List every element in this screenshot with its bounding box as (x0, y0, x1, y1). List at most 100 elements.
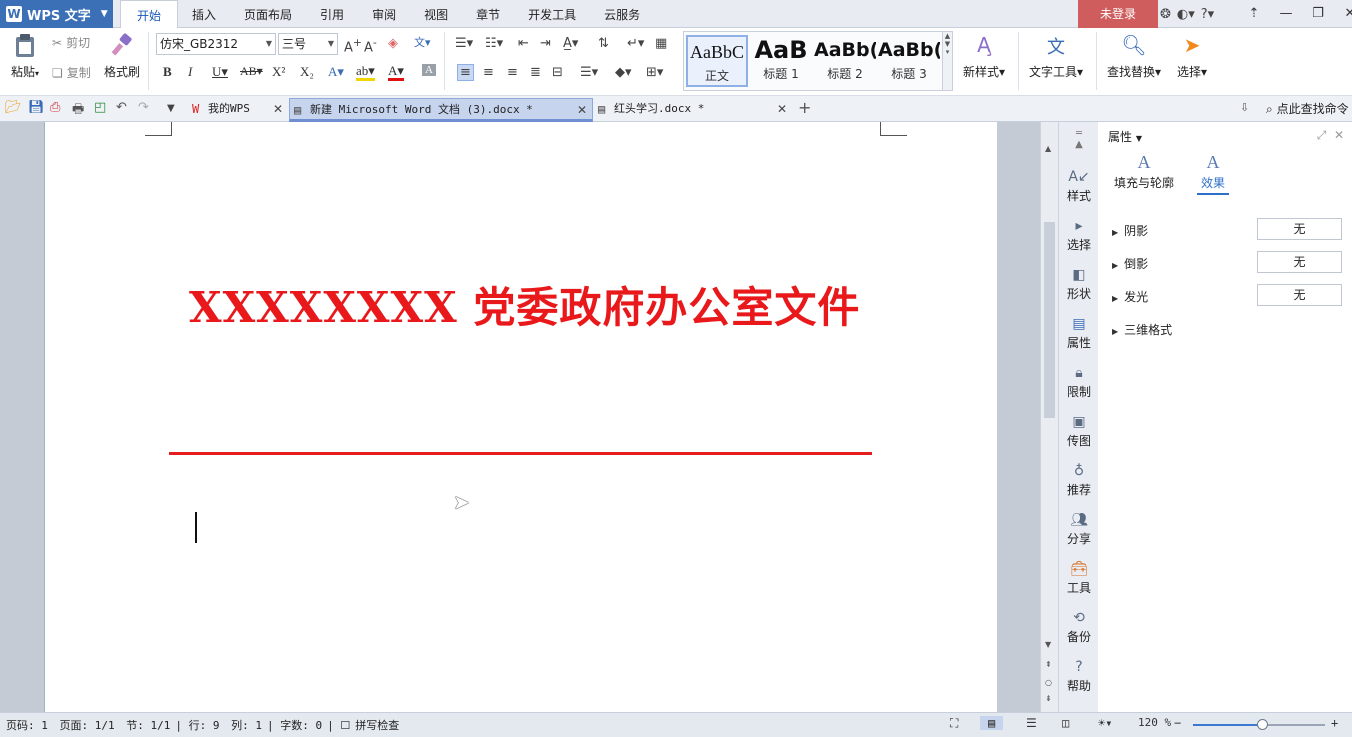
shadow-row[interactable]: ▶ 阴影 (1112, 222, 1148, 239)
distribute-icon[interactable]: ⊟ (552, 65, 563, 80)
close-icon[interactable]: ✕ (1334, 0, 1352, 28)
prev-page-icon[interactable]: ⇞ (1045, 660, 1052, 669)
highlight-icon[interactable]: ab▾ (356, 64, 375, 81)
text-effect-icon[interactable]: A▾ (328, 64, 344, 80)
align-right-icon[interactable]: ≡ (507, 65, 518, 80)
format-painter-button[interactable]: 格式刷 (102, 33, 142, 80)
style-heading-2[interactable]: AaBb( 标题 2 (814, 35, 876, 87)
justify-icon[interactable]: ≣ (530, 65, 541, 80)
fullscreen-icon[interactable]: ⛶ (950, 716, 958, 731)
sidebar-item-upload-image[interactable]: ▣ 传图 (1059, 414, 1099, 449)
superscript-icon[interactable]: X² (272, 64, 285, 80)
page-view-icon[interactable]: ▤ (980, 716, 1004, 730)
select-button[interactable]: ➤ 选择▾ (1172, 33, 1212, 80)
scroll-up-icon[interactable]: ▲ (1045, 144, 1051, 153)
font-name-select[interactable]: 仿宋_GB2312 ▼ (156, 33, 276, 55)
tab-insert[interactable]: 插入 (178, 0, 230, 28)
strikethrough-icon[interactable]: AB▾ (240, 64, 263, 79)
zoom-in-icon[interactable]: + (1331, 716, 1338, 730)
tab-my-wps[interactable]: W 我的WPS ✕ (188, 98, 288, 122)
numbering-icon[interactable]: ☷▾ (485, 36, 503, 51)
sort-icon[interactable]: ⇅ (598, 36, 609, 51)
tab-review[interactable]: 审阅 (358, 0, 410, 28)
print-icon[interactable]: 🖶︎ (72, 100, 84, 122)
zoom-slider[interactable] (1193, 719, 1325, 730)
print-preview-icon[interactable]: ◰ (94, 100, 106, 115)
grow-font-icon[interactable]: A+ (344, 36, 362, 55)
spell-check-toggle[interactable]: ☐ 拼写检查 (340, 719, 404, 732)
feedback-icon[interactable]: ◐▾ (1177, 7, 1195, 22)
borders-icon[interactable]: ⊞▾ (646, 65, 663, 80)
3d-format-row[interactable]: ▶ 三维格式 (1112, 321, 1172, 338)
skin-icon[interactable]: ❂ (1160, 7, 1171, 22)
sidebar-item-styles[interactable]: A↙ 样式 (1059, 169, 1099, 204)
decrease-indent-icon[interactable]: ⇤ (518, 36, 529, 51)
find-replace-button[interactable]: 🔍︎ 查找替换▾ (1104, 33, 1164, 80)
char-shading-icon[interactable]: A (422, 64, 436, 76)
maximize-icon[interactable]: ❐ (1302, 0, 1334, 28)
copy-button[interactable]: ❏ 复制 (52, 64, 91, 81)
table-grid-icon[interactable]: ▦ (655, 36, 667, 51)
shadow-select[interactable]: 无 (1257, 218, 1342, 240)
tab-red-head-doc[interactable]: ▤ 红头学习.docx * ✕ (594, 98, 792, 122)
new-tab-icon[interactable]: + (798, 98, 811, 117)
vertical-scrollbar[interactable]: ▲ ▼ ⇞ ○ ⇟ (1040, 122, 1058, 712)
select-browse-icon[interactable]: ○ (1045, 678, 1052, 687)
font-size-select[interactable]: 三号 ▼ (278, 33, 338, 55)
tab-view[interactable]: 视图 (410, 0, 462, 28)
shading-icon[interactable]: ◆▾ (615, 65, 632, 80)
tab-developer[interactable]: 开发工具 (514, 0, 590, 28)
save-icon[interactable]: 💾︎ (28, 100, 45, 115)
chinese-layout-icon[interactable]: A̲▾ (563, 36, 578, 51)
sidebar-item-backup[interactable]: ⟲ 备份 (1059, 610, 1099, 645)
glow-select[interactable]: 无 (1257, 284, 1342, 306)
tab-list-icon[interactable]: ⇩ (1240, 101, 1249, 114)
bold-icon[interactable]: B (163, 64, 172, 80)
sidebar-item-restrict[interactable]: 🔒︎ 限制 (1059, 365, 1099, 400)
eye-protect-icon[interactable]: ☀▾ (1098, 716, 1112, 730)
paste-button[interactable]: 粘贴▾ (6, 33, 44, 80)
next-page-icon[interactable]: ⇟ (1045, 694, 1052, 703)
scroll-thumb[interactable] (1044, 222, 1055, 418)
tab-cloud[interactable]: 云服务 (590, 0, 654, 28)
text-tools-button[interactable]: 文 文字工具▾ (1024, 33, 1088, 80)
align-left-icon[interactable]: ≡ (457, 64, 474, 81)
help-icon[interactable]: ?▾ (1201, 7, 1214, 22)
document-page[interactable]: XXXXXXXX 党委政府办公室文件 ➤ (44, 122, 997, 712)
tab-references[interactable]: 引用 (306, 0, 358, 28)
new-style-button[interactable]: A̧ 新样式▾ (958, 33, 1010, 80)
glow-row[interactable]: ▶ 发光 (1112, 288, 1148, 305)
tab-new-doc[interactable]: ▤ 新建 Microsoft Word 文档 (3).docx * ✕ (289, 98, 593, 122)
undo-icon[interactable]: ↶ (116, 100, 127, 115)
sidebar-collapse-icon[interactable]: ═ ▲ (1059, 128, 1099, 150)
shrink-font-icon[interactable]: A- (364, 36, 377, 55)
chevron-down-icon[interactable]: ▼ (167, 103, 175, 114)
font-color-icon[interactable]: A▾ (388, 64, 404, 81)
tab-home[interactable]: 开始 (120, 0, 179, 29)
clear-format-icon[interactable]: ◈ (388, 36, 398, 51)
tab-page-layout[interactable]: 页面布局 (230, 0, 306, 28)
tab-effects[interactable]: A 效果 (1197, 152, 1229, 195)
bullets-icon[interactable]: ☰▾ (455, 36, 473, 51)
close-icon[interactable]: ✕ (273, 98, 283, 120)
app-menu-button[interactable]: W WPS 文字 ▼ (0, 0, 113, 28)
command-search[interactable]: ⌕ 点此查找命令 (1266, 98, 1349, 120)
sidebar-item-recommend[interactable]: ♁ 推荐 (1059, 463, 1099, 498)
phonetic-icon[interactable]: 文▾ (414, 34, 431, 50)
italic-icon[interactable]: I (188, 64, 192, 80)
sidebar-item-select[interactable]: ▸ 选择 (1059, 218, 1099, 253)
style-heading-3[interactable]: AaBb( 标题 3 (878, 35, 940, 87)
status-page-number[interactable]: 页码: 1 (6, 719, 48, 732)
gallery-scroll[interactable]: ▲ ▼ ▾ (942, 32, 952, 90)
sidebar-item-shapes[interactable]: ◧ 形状 (1059, 267, 1099, 302)
restore-layout-icon[interactable]: ⇡ (1238, 0, 1270, 28)
panel-title-dropdown[interactable]: 属性 ▼ (1108, 128, 1142, 145)
zoom-slider-handle[interactable] (1256, 719, 1268, 730)
scroll-down-icon[interactable]: ▼ (1045, 640, 1051, 649)
reflection-select[interactable]: 无 (1257, 251, 1342, 273)
reflection-row[interactable]: ▶ 倒影 (1112, 255, 1148, 272)
sidebar-item-tools[interactable]: 🧰︎ 工具 (1059, 561, 1099, 596)
outline-view-icon[interactable]: ☰ (1026, 716, 1037, 730)
increase-indent-icon[interactable]: ⇥ (540, 36, 551, 51)
close-icon[interactable]: ✕ (1334, 128, 1344, 142)
